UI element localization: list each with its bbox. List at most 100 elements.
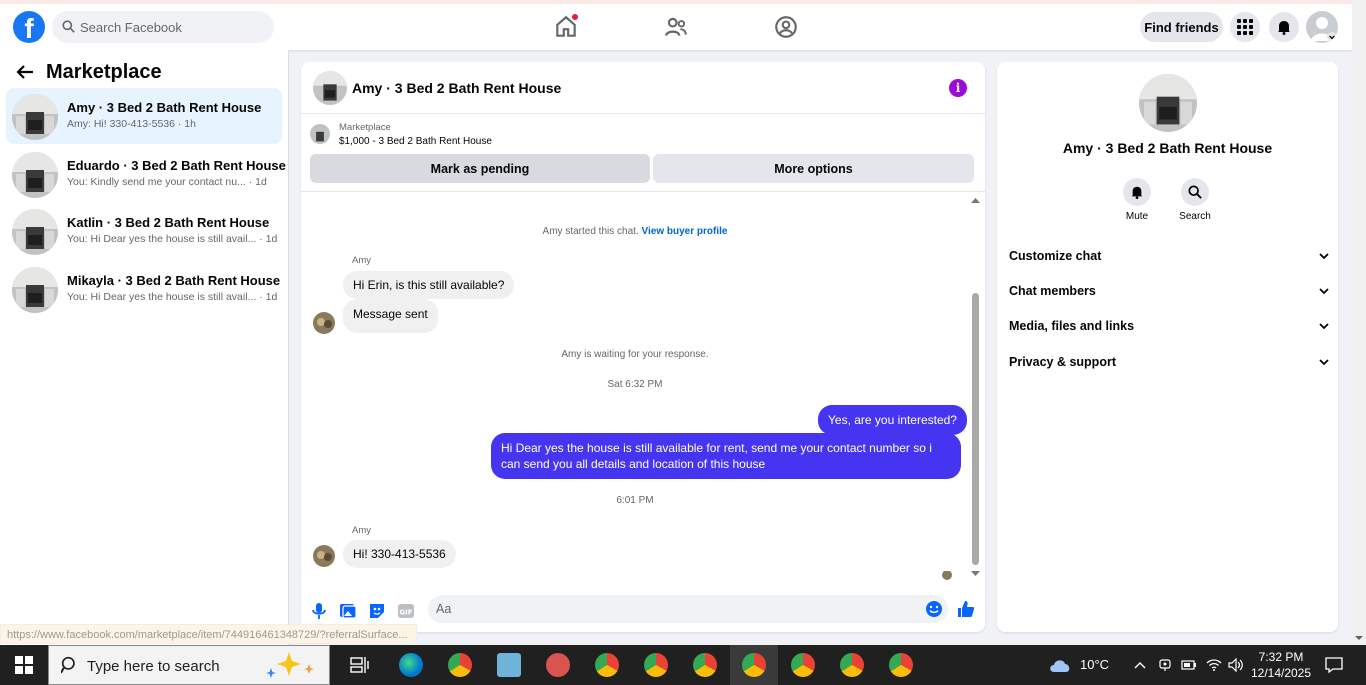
customize-chat-row[interactable]: Customize chat — [1009, 244, 1329, 268]
taskbar-search-input[interactable] — [87, 654, 267, 678]
webcam-icon[interactable] — [1158, 658, 1172, 672]
taskbar-search-box[interactable] — [48, 645, 330, 685]
incoming-message[interactable]: Message sent — [343, 299, 438, 333]
marketplace-sidebar: Marketplace Amy · 3 Bed 2 Bath Rent Hous… — [0, 50, 289, 645]
chat-listing-thumbnail[interactable] — [313, 71, 347, 105]
grid-menu-icon — [1237, 19, 1253, 35]
home-notification-dot — [572, 14, 578, 20]
sticker-icon[interactable] — [367, 601, 387, 621]
sender-avatar[interactable] — [313, 545, 335, 567]
default-avatar-icon — [1311, 17, 1337, 42]
chevron-down-icon — [1319, 358, 1329, 365]
marketplace-listing-bar: Marketplace $1,000 - 3 Bed 2 Bath Rent H… — [301, 114, 985, 192]
chrome-icon[interactable] — [595, 653, 619, 677]
wifi-icon[interactable] — [1206, 658, 1222, 672]
search-icon — [61, 656, 75, 674]
chrome-icon[interactable] — [889, 653, 913, 677]
groups-icon[interactable] — [773, 14, 799, 40]
search-input[interactable] — [80, 11, 270, 43]
photo-icon[interactable] — [338, 601, 358, 621]
message-list: Amy started this chat. View buyer profil… — [301, 193, 985, 585]
gif-icon[interactable]: GIF — [396, 601, 416, 621]
more-options-button[interactable]: More options — [653, 154, 974, 183]
timestamp: 6:01 PM — [616, 495, 654, 506]
search-icon — [62, 20, 75, 33]
chrome-icon[interactable] — [693, 653, 717, 677]
scroll-down-icon[interactable] — [971, 570, 980, 578]
listing-thumbnail — [12, 209, 58, 255]
message-input[interactable] — [428, 595, 948, 623]
friends-icon[interactable] — [663, 14, 689, 40]
listing-thumbnail — [12, 267, 58, 313]
back-arrow-icon[interactable] — [16, 64, 34, 80]
seen-avatar — [942, 570, 952, 580]
task-view-icon[interactable] — [350, 656, 370, 674]
battery-icon[interactable] — [1181, 659, 1197, 671]
chat-title[interactable]: Amy · 3 Bed 2 Bath Rent House — [352, 80, 561, 96]
incoming-message[interactable]: Hi! 330-413-5536 — [343, 540, 456, 568]
scrollbar-thumb[interactable] — [972, 293, 979, 565]
search-facebook-box[interactable] — [52, 11, 274, 43]
sidebar-title: Marketplace — [46, 60, 162, 83]
notepad-icon[interactable] — [497, 653, 521, 677]
conversation-item[interactable]: Eduardo · 3 Bed 2 Bath Rent House You: K… — [6, 146, 286, 202]
menu-button[interactable] — [1230, 12, 1260, 42]
find-friends-button[interactable]: Find friends — [1140, 12, 1223, 42]
conversation-name: Katlin · 3 Bed 2 Bath Rent House — [67, 215, 270, 230]
chrome-m-profile-icon[interactable] — [448, 653, 472, 677]
listing-price-title[interactable]: $1,000 - 3 Bed 2 Bath Rent House — [339, 136, 492, 147]
windows-start-icon[interactable] — [15, 656, 33, 674]
conversation-item[interactable]: Amy · 3 Bed 2 Bath Rent House Amy: Hi! 3… — [6, 88, 282, 144]
chevron-up-icon[interactable] — [1134, 661, 1146, 669]
windows-taskbar: 10°C 7:32 PM12/14/2025 — [0, 645, 1366, 685]
conversation-item[interactable]: Mikayla · 3 Bed 2 Bath Rent House You: H… — [6, 261, 282, 317]
chrome-icon[interactable] — [742, 653, 766, 677]
sidebar-header: Marketplace — [16, 60, 162, 84]
volume-icon[interactable] — [1228, 658, 1244, 672]
chrome-icon[interactable] — [644, 653, 668, 677]
snipping-tool-icon[interactable] — [546, 653, 570, 677]
chevron-down-icon — [1319, 322, 1329, 329]
view-buyer-profile-link[interactable]: View buyer profile — [641, 226, 727, 237]
conversation-item[interactable]: Katlin · 3 Bed 2 Bath Rent House You: Hi… — [6, 203, 282, 259]
thumbs-up-icon[interactable] — [956, 599, 976, 619]
search-icon — [1188, 185, 1202, 199]
chevron-down-icon — [1319, 252, 1329, 259]
mark-as-pending-button[interactable]: Mark as pending — [310, 154, 650, 183]
facebook-logo-icon[interactable]: f — [13, 11, 45, 43]
emoji-icon[interactable] — [924, 599, 944, 619]
chrome-icon[interactable] — [791, 653, 815, 677]
notification-center-icon[interactable] — [1325, 657, 1343, 673]
sender-name: Amy — [352, 525, 371, 536]
search-action[interactable]: Search — [1170, 178, 1220, 222]
privacy-support-row[interactable]: Privacy & support — [1009, 350, 1329, 374]
mute-action[interactable]: Mute — [1112, 178, 1162, 222]
chrome-icon[interactable] — [840, 653, 864, 677]
chat-panel: Amy · 3 Bed 2 Bath Rent House i Marketpl… — [301, 62, 985, 632]
outgoing-message[interactable]: Yes, are you interested? — [818, 405, 967, 435]
chat-members-row[interactable]: Chat members — [1009, 279, 1329, 303]
microphone-icon[interactable] — [309, 601, 329, 621]
listing-large-thumbnail[interactable] — [1139, 74, 1197, 132]
conversation-name: Eduardo · 3 Bed 2 Bath Rent House — [67, 158, 286, 173]
sender-avatar[interactable] — [313, 312, 335, 334]
page-scrollbar[interactable] — [1352, 0, 1366, 645]
notifications-button[interactable] — [1269, 12, 1299, 42]
outgoing-message[interactable]: Hi Dear yes the house is still available… — [491, 433, 961, 479]
weather-cloud-icon[interactable] — [1047, 656, 1073, 674]
page-scroll-down-icon[interactable] — [1352, 633, 1366, 643]
chat-header: Amy · 3 Bed 2 Bath Rent House i — [301, 62, 985, 114]
info-icon[interactable]: i — [949, 79, 967, 97]
taskbar-clock[interactable]: 7:32 PM 12/14/2025 — [1248, 649, 1314, 681]
account-avatar[interactable] — [1306, 11, 1338, 43]
scroll-up-icon[interactable] — [971, 196, 980, 204]
incoming-message[interactable]: Hi Erin, is this still available? — [343, 271, 515, 299]
media-files-links-row[interactable]: Media, files and links — [1009, 314, 1329, 338]
sender-name: Amy — [352, 255, 371, 266]
chevron-down-icon — [1319, 287, 1329, 294]
timestamp: Sat 6:32 PM — [607, 379, 663, 390]
details-name: Amy · 3 Bed 2 Bath Rent House — [1062, 140, 1273, 156]
edge-icon[interactable] — [399, 653, 423, 677]
weather-temperature[interactable]: 10°C — [1080, 657, 1109, 672]
link-status-bar: https://www.facebook.com/marketplace/ite… — [0, 624, 417, 644]
